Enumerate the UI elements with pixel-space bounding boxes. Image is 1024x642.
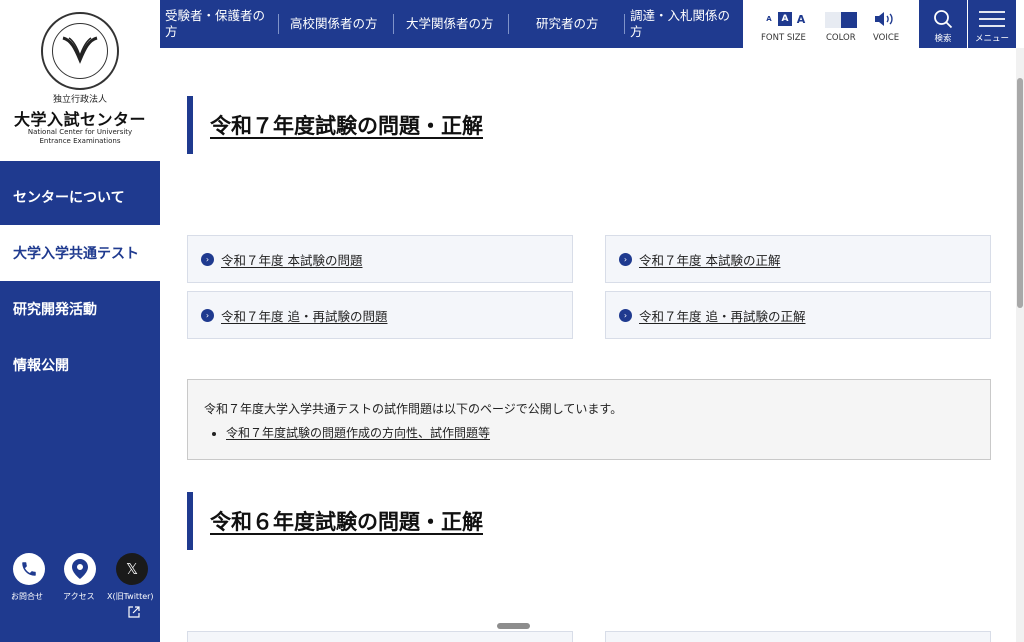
font-size-medium-button[interactable]: A <box>778 12 792 26</box>
link-r7-main-questions[interactable]: › 令和７年度 本試験の問題 <box>187 235 573 283</box>
sidebar-item-research[interactable]: 研究開発活動 <box>0 281 160 337</box>
search-icon <box>934 10 953 29</box>
hamburger-menu-icon <box>979 11 1005 27</box>
section-heading-r6-text[interactable]: 令和６年度試験の問題・正解 <box>210 506 483 536</box>
color-control: COLOR <box>824 0 860 48</box>
logo-english: National Center for University Entrance … <box>0 128 160 146</box>
font-size-label: FONT SIZE <box>761 33 806 43</box>
drag-handle[interactable] <box>497 623 530 629</box>
color-light-button[interactable] <box>825 12 841 28</box>
color-dark-button[interactable] <box>841 12 857 28</box>
logo-mark-icon <box>62 36 98 64</box>
link-label[interactable]: 令和７年度 本試験の正解 <box>639 250 780 269</box>
link-label[interactable]: 令和７年度 追・再試験の問題 <box>221 306 387 325</box>
nav-examinees[interactable]: 受験者・保護者の方 <box>165 0 273 48</box>
menu-button[interactable]: メニュー <box>968 0 1016 48</box>
notice-list: 令和７年度試験の問題作成の方向性、試作問題等 <box>204 424 974 441</box>
chevron-right-icon: › <box>619 252 632 266</box>
voice-label: VOICE <box>873 33 900 43</box>
font-size-small-button[interactable]: A <box>762 12 776 26</box>
font-size-control: A A A FONT SIZE <box>760 0 810 48</box>
chevron-right-icon: › <box>201 308 214 322</box>
notice-text: 令和７年度大学入学共通テストの試作問題は以下のページで公開しています。 <box>204 402 623 416</box>
x-label[interactable]: X(旧Twitter) <box>107 591 154 602</box>
phone-icon[interactable] <box>13 553 45 585</box>
scrollbar-thumb[interactable] <box>1017 78 1023 308</box>
link-r7-retest-answers[interactable]: › 令和７年度 追・再試験の正解 <box>605 291 991 339</box>
top-navigation: 受験者・保護者の方 高校関係者の方 大学関係者の方 研究者の方 調達・入札関係の… <box>160 0 743 48</box>
map-pin-icon[interactable] <box>64 553 96 585</box>
section-heading-r7-text[interactable]: 令和７年度試験の問題・正解 <box>210 110 483 140</box>
access-label[interactable]: アクセス <box>63 591 95 602</box>
logo-english-line1: National Center for University <box>27 128 133 136</box>
sidebar-item-common-test[interactable]: 大学入学共通テスト <box>0 225 160 281</box>
speaker-icon <box>875 12 893 26</box>
logo-english-line2: Entrance Examinations <box>39 137 121 145</box>
sidebar-item-about[interactable]: センターについて <box>0 169 160 225</box>
chevron-right-icon: › <box>201 252 214 266</box>
x-logo-icon[interactable]: 𝕏 <box>116 553 148 585</box>
link-r7-retest-questions[interactable]: › 令和７年度 追・再試験の問題 <box>187 291 573 339</box>
link-r7-main-answers[interactable]: › 令和７年度 本試験の正解 <box>605 235 991 283</box>
sidebar-item-disclosure[interactable]: 情報公開 <box>0 337 160 393</box>
menu-label: メニュー <box>974 34 1009 44</box>
nav-procurement[interactable]: 調達・入札関係の方 <box>630 0 738 48</box>
logo-seal <box>41 12 119 90</box>
link-label[interactable]: 令和７年度 本試験の問題 <box>221 250 362 269</box>
logo-title: 大学入試センター <box>13 110 146 129</box>
site-logo[interactable]: 独立行政法人 大学入試センター National Center for Univ… <box>0 0 160 161</box>
font-size-large-button[interactable]: A <box>794 12 808 26</box>
search-button[interactable]: 検索 <box>919 0 967 48</box>
logo-subtitle: 独立行政法人 <box>52 95 107 105</box>
link-card-partial[interactable] <box>187 631 573 642</box>
search-label: 検索 <box>934 34 952 44</box>
sidebar: 独立行政法人 大学入試センター National Center for Univ… <box>0 0 160 642</box>
section-heading-r6: 令和６年度試験の問題・正解 <box>187 492 647 550</box>
external-link-icon <box>128 606 140 618</box>
nav-researchers[interactable]: 研究者の方 <box>536 0 616 48</box>
notice-box: 令和７年度大学入学共通テストの試作問題は以下のページで公開しています。 令和７年… <box>187 379 991 460</box>
color-label: COLOR <box>826 33 856 43</box>
contact-label[interactable]: お問合せ <box>11 591 43 602</box>
link-label[interactable]: 令和７年度 追・再試験の正解 <box>639 306 805 325</box>
section-heading-r7: 令和７年度試験の問題・正解 <box>187 96 647 154</box>
voice-control[interactable]: VOICE <box>870 0 904 48</box>
nav-high-schools[interactable]: 高校関係者の方 <box>290 0 390 48</box>
nav-universities[interactable]: 大学関係者の方 <box>406 0 506 48</box>
chevron-right-icon: › <box>619 308 632 322</box>
link-card-partial[interactable] <box>605 631 991 642</box>
notice-link[interactable]: 令和７年度試験の問題作成の方向性、試作問題等 <box>226 424 974 441</box>
